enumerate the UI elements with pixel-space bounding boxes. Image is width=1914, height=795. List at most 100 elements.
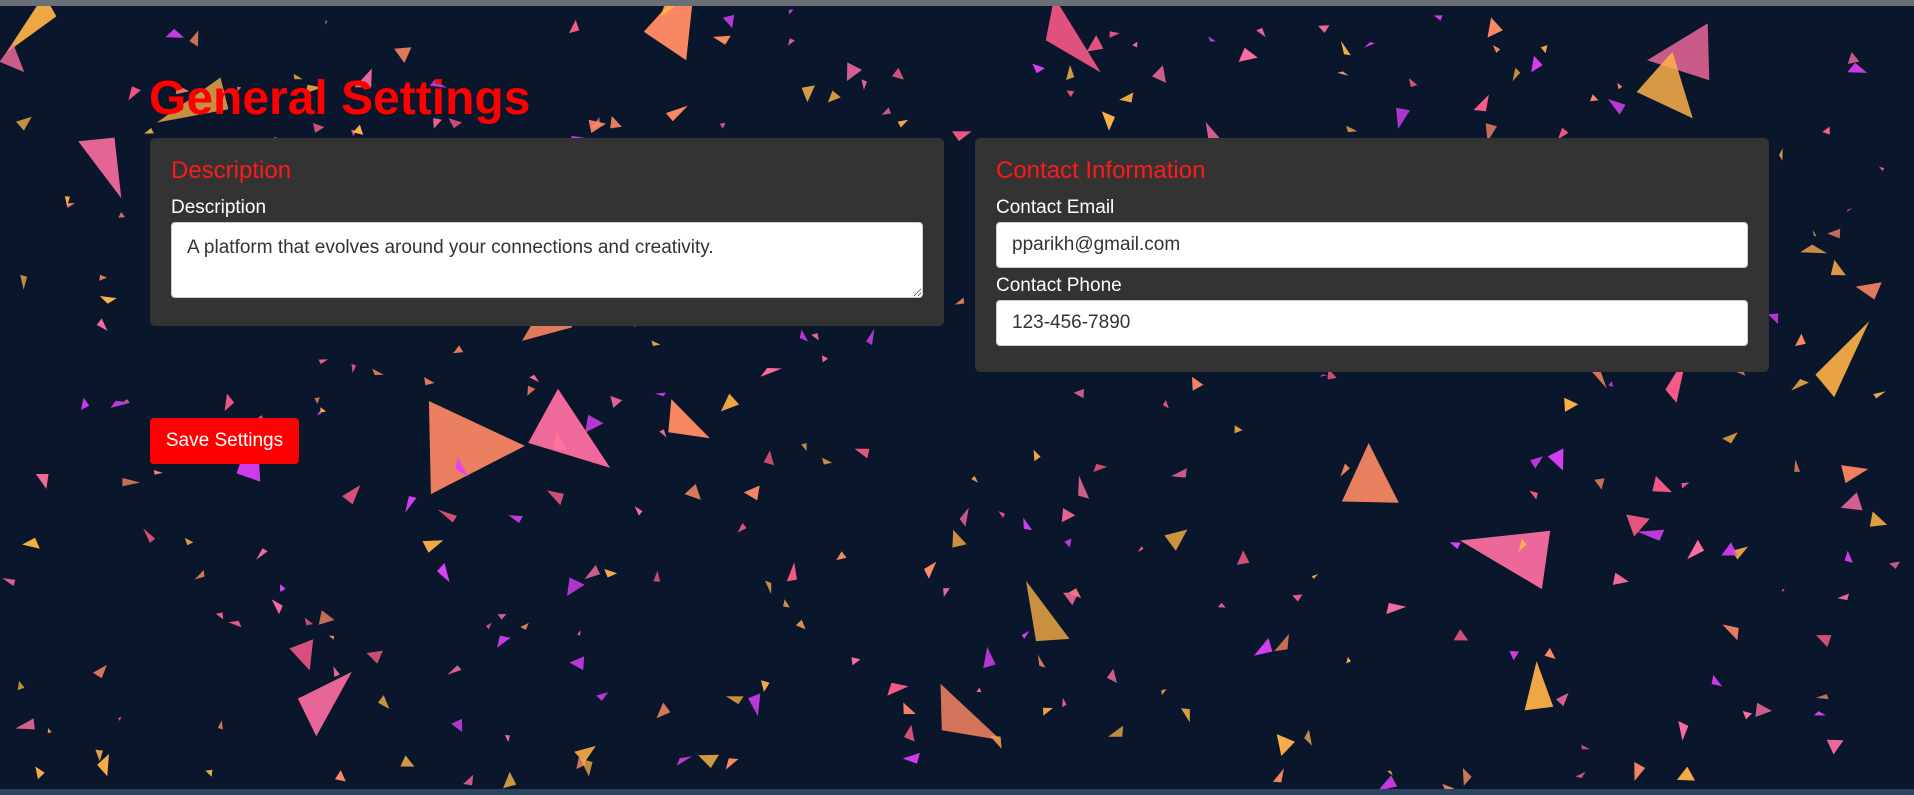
confetti-piece xyxy=(1063,592,1079,606)
confetti-piece xyxy=(528,388,611,468)
confetti-piece xyxy=(1161,689,1167,696)
confetti-piece xyxy=(35,474,49,489)
confetti-piece xyxy=(143,528,156,543)
confetti-piece xyxy=(1363,42,1375,48)
confetti-piece xyxy=(1544,647,1556,659)
confetti-piece xyxy=(725,696,744,705)
confetti-piece xyxy=(943,588,950,597)
confetti-piece xyxy=(529,374,540,383)
confetti-piece xyxy=(453,345,464,354)
confetti-piece xyxy=(405,496,417,513)
confetti-piece xyxy=(1687,539,1705,560)
confetti-piece xyxy=(846,62,863,81)
confetti-piece xyxy=(596,692,609,701)
confetti-piece xyxy=(788,9,794,15)
confetti-piece xyxy=(725,758,739,770)
confetti-piece xyxy=(1531,55,1543,73)
confetti-piece xyxy=(1449,542,1461,550)
confetti-piece xyxy=(643,6,693,61)
contact-email-input[interactable] xyxy=(996,222,1748,268)
confetti-piece xyxy=(787,38,795,46)
confetti-piece xyxy=(737,523,747,533)
confetti-piece xyxy=(903,702,916,715)
confetti-piece xyxy=(761,680,770,692)
confetti-piece xyxy=(585,414,604,433)
confetti-piece xyxy=(1459,530,1551,590)
confetti-piece xyxy=(520,622,529,630)
confetti-piece xyxy=(1106,668,1117,683)
confetti-piece xyxy=(851,657,861,666)
confetti-piece xyxy=(656,702,671,719)
confetti-piece xyxy=(1844,550,1853,563)
confetti-piece xyxy=(320,407,327,413)
confetti-piece xyxy=(318,359,329,364)
confetti-piece xyxy=(1253,638,1273,656)
confetti-piece xyxy=(447,665,462,675)
contact-phone-input[interactable] xyxy=(996,300,1748,346)
confetti-piece xyxy=(568,20,580,34)
confetti-piece xyxy=(328,635,334,640)
confetti-piece xyxy=(1812,229,1817,237)
save-settings-button[interactable]: Save Settings xyxy=(150,418,299,464)
confetti-piece xyxy=(333,666,340,677)
confetti-piece xyxy=(684,484,701,500)
confetti-piece xyxy=(1066,64,1075,80)
confetti-piece xyxy=(651,340,661,346)
confetti-piece xyxy=(783,599,790,608)
confetti-piece xyxy=(2,578,16,586)
confetti-piece xyxy=(508,515,523,523)
confetti-piece xyxy=(1337,71,1349,76)
confetti-piece xyxy=(1346,125,1358,133)
confetti-piece xyxy=(47,728,52,734)
confetti-piece xyxy=(1847,62,1868,73)
confetti-piece xyxy=(1033,449,1041,462)
confetti-piece xyxy=(1722,432,1738,444)
confetti-piece xyxy=(1524,661,1554,711)
confetti-piece xyxy=(1078,475,1090,499)
confetti-piece xyxy=(577,630,581,636)
confetti-piece xyxy=(1346,656,1351,664)
confetti-piece xyxy=(983,646,996,669)
confetti-piece xyxy=(1637,529,1665,541)
confetti-piece xyxy=(1487,17,1503,38)
confetti-piece xyxy=(659,429,667,438)
confetti-piece xyxy=(1816,635,1832,648)
confetti-piece xyxy=(799,329,809,342)
confetti-piece xyxy=(959,507,969,527)
confetti-piece xyxy=(485,622,492,630)
confetti-piece xyxy=(366,650,383,664)
confetti-piece xyxy=(314,397,320,404)
confetti-piece xyxy=(318,610,335,625)
confetti-piece xyxy=(16,116,32,131)
confetti-piece xyxy=(1652,476,1672,493)
confetti-piece xyxy=(1590,94,1599,102)
confetti-piece xyxy=(1767,313,1779,324)
confetti-piece xyxy=(952,131,972,142)
confetti-piece xyxy=(1755,702,1772,717)
confetti-piece xyxy=(1217,602,1226,608)
confetti-piece xyxy=(1800,244,1828,254)
confetti-piece xyxy=(184,537,194,546)
confetti-piece xyxy=(194,570,205,580)
confetti-piece xyxy=(153,470,163,475)
confetti-piece xyxy=(881,107,892,115)
window-bottom-strip xyxy=(0,789,1914,795)
confetti-piece xyxy=(463,774,474,786)
confetti-piece xyxy=(1581,744,1590,750)
confetti-piece xyxy=(205,769,213,777)
confetti-piece xyxy=(1846,208,1853,212)
description-textarea[interactable]: A platform that evolves around your conn… xyxy=(171,222,923,298)
confetti-piece xyxy=(118,212,125,218)
confetti-piece xyxy=(1676,766,1696,781)
confetti-piece xyxy=(1847,52,1860,64)
confetti-piece xyxy=(698,754,719,769)
confetti-piece xyxy=(1045,6,1101,73)
confetti-piece xyxy=(712,35,731,45)
confetti-piece xyxy=(78,137,122,199)
confetti-piece xyxy=(892,67,904,80)
contact-phone-label: Contact Phone xyxy=(996,275,1122,296)
confetti-piece xyxy=(1608,381,1613,388)
confetti-piece xyxy=(1529,490,1538,500)
confetti-piece xyxy=(0,43,25,73)
confetti-piece xyxy=(822,457,833,465)
